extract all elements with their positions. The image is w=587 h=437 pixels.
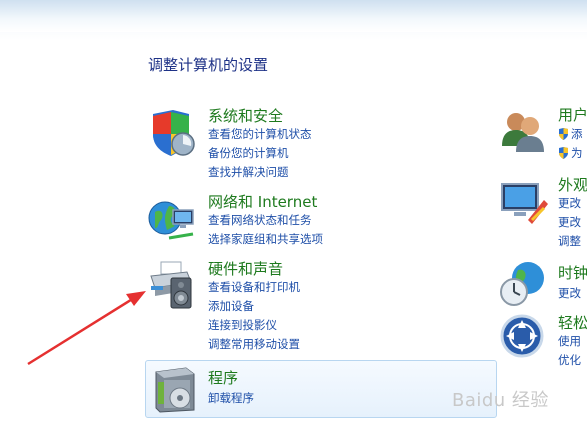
annotation-arrow-head xyxy=(126,291,146,306)
annotation-arrow-shaft xyxy=(27,296,135,366)
watermark: Baidu 经验 xyxy=(452,390,549,411)
annotation-arrow xyxy=(27,291,146,366)
